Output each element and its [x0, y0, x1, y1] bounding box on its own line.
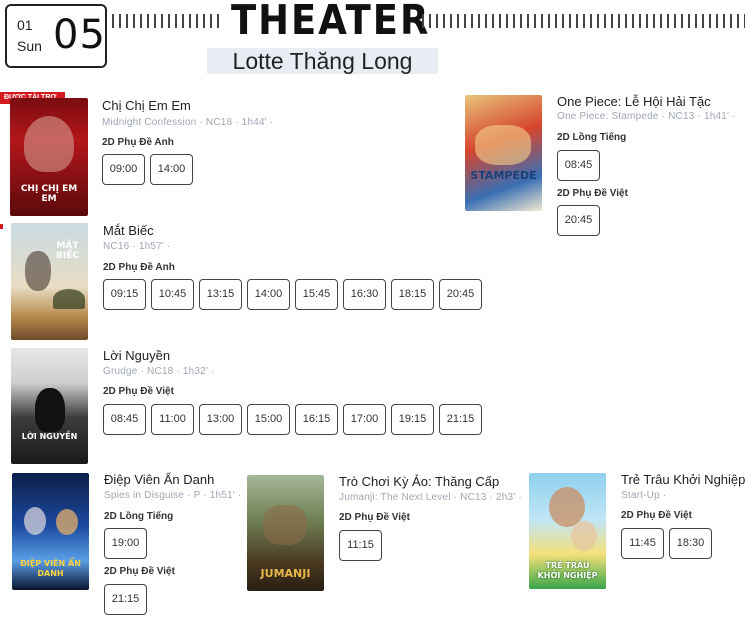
showtime-button[interactable]: 19:00 — [104, 528, 147, 559]
side-marker — [0, 224, 3, 229]
movie-poster[interactable]: MẮT BIẾC — [11, 223, 88, 340]
page-title: THEATER — [231, 0, 431, 44]
showtime-button[interactable]: 16:30 — [343, 279, 386, 310]
showtime-button[interactable]: 09:00 — [102, 154, 145, 185]
showtime-button[interactable]: 13:15 — [199, 279, 242, 310]
format-label: 2D Phụ Đề Anh — [102, 137, 174, 148]
showtime-button[interactable]: 18:30 — [669, 528, 712, 559]
poster-title-text: CHỊ CHỊ EM EM — [20, 184, 78, 204]
cinema-name: Lotte Thăng Long — [207, 48, 438, 74]
showtime-button[interactable]: 18:15 — [391, 279, 434, 310]
date-day: 05 — [53, 12, 106, 58]
date-weekday: Sun — [17, 38, 42, 54]
date-month: 01 — [17, 17, 33, 33]
showtime-button[interactable]: 20:45 — [439, 279, 482, 310]
poster-title-text: ĐIỆP VIÊN ẨN DANH — [20, 559, 81, 578]
movie-title[interactable]: Lời Nguyền — [103, 348, 170, 363]
header-stripes-right — [422, 14, 745, 28]
showtime-list: 09:15 10:45 13:15 14:00 15:45 16:30 18:1… — [103, 279, 482, 310]
movie-meta: Spies in Disguise · P · 1h51' · — [104, 490, 242, 501]
showtime-button[interactable]: 17:00 — [343, 404, 386, 435]
header-stripes-left — [112, 14, 224, 28]
movie-title[interactable]: One Piece: Lễ Hội Hải Tặc — [557, 94, 711, 109]
movie-poster[interactable]: STAMPEDE — [465, 95, 542, 211]
movie-meta: Jumanji: The Next Level · NC13 · 2h3' · — [339, 492, 522, 503]
movie-poster[interactable]: CHỊ CHỊ EM EM — [10, 98, 88, 216]
showtime-list: 09:00 14:00 — [102, 154, 193, 185]
movie-title[interactable]: Chị Chị Em Em — [102, 98, 191, 113]
showtime-button[interactable]: 14:00 — [150, 154, 193, 185]
showtime-button[interactable]: 08:45 — [557, 150, 600, 181]
movie-poster[interactable]: LỜI NGUYỀN — [11, 348, 88, 464]
showtime-button[interactable]: 16:15 — [295, 404, 338, 435]
showtime-button[interactable]: 15:00 — [247, 404, 290, 435]
poster-title-text: MẮT BIẾC — [56, 241, 79, 261]
showtime-button[interactable]: 21:15 — [104, 584, 147, 615]
showtime-button[interactable]: 11:15 — [339, 530, 382, 561]
movie-meta: One Piece: Stampede · NC13 · 1h41' · — [557, 111, 736, 122]
format-label: 2D Phụ Đề Việt — [621, 510, 692, 521]
poster-title-text: JUMANJI — [260, 567, 311, 580]
showtime-button[interactable]: 13:00 — [199, 404, 242, 435]
showtime-button[interactable]: 14:00 — [247, 279, 290, 310]
date-selector[interactable]: 01 Sun 05 — [5, 4, 107, 68]
movie-meta: Grudge · NC18 · 1h32' · — [103, 366, 215, 377]
format-label: 2D Phụ Đề Anh — [103, 262, 175, 273]
movie-poster[interactable]: JUMANJI — [247, 475, 324, 591]
format-label: 2D Lồng Tiếng — [557, 132, 627, 143]
movie-title[interactable]: Trò Chơi Kỳ Ảo: Thăng Cấp — [339, 474, 499, 489]
movie-poster[interactable]: TRẺ TRÂU KHỞI NGHIỆP — [529, 473, 606, 589]
format-label: 2D Phụ Đề Việt — [104, 566, 175, 577]
movie-title[interactable]: Điệp Viên Ẩn Danh — [104, 472, 214, 487]
showtime-button[interactable]: 20:45 — [557, 205, 600, 236]
movie-meta: Midnight Confession · NC18 · 1h44' · — [102, 117, 274, 128]
format-label: 2D Lồng Tiếng — [104, 511, 174, 522]
showtime-button[interactable]: 21:15 — [439, 404, 482, 435]
movie-title[interactable]: Trẻ Trâu Khởi Nghiệp — [621, 472, 745, 487]
movie-title[interactable]: Mắt Biếc — [103, 223, 154, 238]
showtime-list: 11:45 18:30 — [621, 528, 712, 559]
showtime-list: 08:45 11:00 13:00 15:00 16:15 17:00 19:1… — [103, 404, 482, 435]
format-label: 2D Phụ Đề Việt — [339, 512, 410, 523]
poster-title-text: STAMPEDE — [470, 169, 537, 182]
movie-poster[interactable]: ĐIỆP VIÊN ẨN DANH — [12, 473, 89, 590]
movie-meta: Start-Up · — [621, 490, 667, 501]
showtime-button[interactable]: 10:45 — [151, 279, 194, 310]
showtime-button[interactable]: 11:00 — [151, 404, 194, 435]
showtime-button[interactable]: 15:45 — [295, 279, 338, 310]
format-label: 2D Phụ Đề Việt — [557, 188, 628, 199]
showtime-button[interactable]: 19:15 — [391, 404, 434, 435]
poster-title-text: TRẺ TRÂU KHỞI NGHIỆP — [537, 561, 598, 580]
showtime-button[interactable]: 09:15 — [103, 279, 146, 310]
format-label: 2D Phụ Đề Việt — [103, 386, 174, 397]
showtime-button[interactable]: 08:45 — [103, 404, 146, 435]
movie-meta: NC16 · 1h57' · — [103, 241, 171, 252]
showtime-button[interactable]: 11:45 — [621, 528, 664, 559]
poster-title-text: LỜI NGUYỀN — [21, 432, 78, 441]
